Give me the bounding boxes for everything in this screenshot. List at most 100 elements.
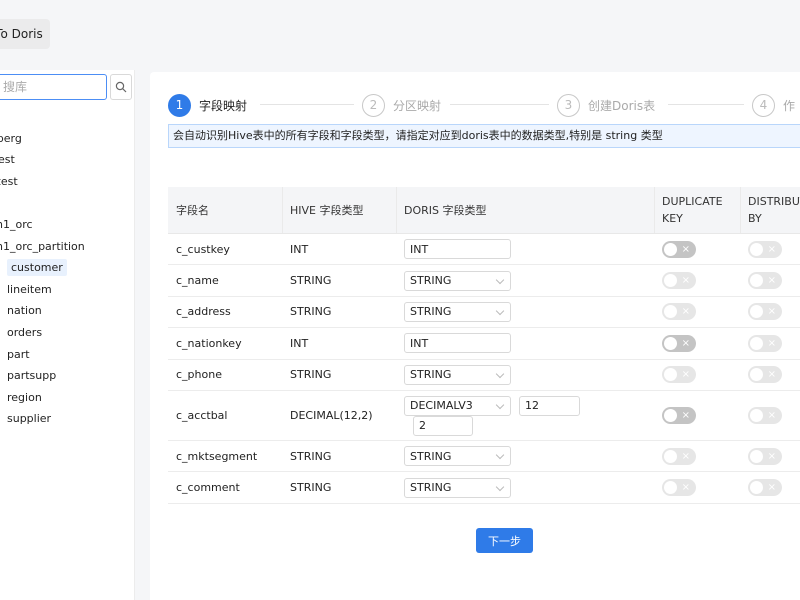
duplicate-key-toggle: × [662,479,696,497]
hive-type-cell: INT [290,336,309,350]
select-value: STRING [410,449,452,463]
tree-item[interactable]: supplier [0,408,135,430]
duplicate-key-toggle[interactable]: × [662,240,696,258]
step-1[interactable]: 1 字段映射 [168,92,247,118]
duplicate-key-toggle[interactable]: × [662,406,696,424]
toggle-off-icon: × [681,369,690,381]
tree-item[interactable]: lineitem [0,279,135,301]
hive-type-cell: DECIMAL(12,2) [290,408,373,422]
step-number: 3 [557,93,580,117]
tree-item[interactable]: nation [0,300,135,322]
toggle-off-icon: × [767,450,776,462]
select-value: STRING [410,274,452,288]
tree-item[interactable]: st [0,192,135,214]
step-3[interactable]: 3 创建Doris表 [557,92,655,118]
step-label: 分区映射 [393,98,442,113]
tree-item[interactable]: partsupp [0,365,135,387]
toggle-knob [664,481,677,495]
tree-item-label: customer [7,259,67,277]
step-connector [668,104,744,105]
header-doris-type: DORIS 字段类型 [404,204,487,217]
distributed-by-cell: × [748,391,782,440]
page: To Doris di eberg ftest ytest st ch1_orc ch1_o… [0,0,800,600]
duplicate-key-toggle: × [662,447,696,465]
doris-type-cell: INT [404,234,511,264]
tree-item[interactable]: di [0,106,135,128]
tree-item[interactable]: ytest [0,171,135,193]
toggle-off-icon: × [681,306,690,318]
table-row: c_phone STRING STRING × × [168,360,800,391]
table-row: c_comment STRING STRING × × [168,472,800,504]
db-search-input[interactable] [0,74,107,100]
doris-type-select[interactable]: STRING [404,364,511,385]
search-button[interactable] [110,74,132,100]
duplicate-key-cell: × [662,391,696,440]
tree-item[interactable]: ftest [0,149,135,171]
chevron-down-icon [495,482,505,491]
toggle-off-icon: × [681,243,690,255]
hive-type-cell: STRING [290,368,332,382]
step-number: 2 [362,93,385,117]
tree-item[interactable]: part [0,344,135,366]
tree-item-label: ch1_orc [0,217,33,231]
field-mapping-table: 字段名 HIVE 字段类型 DORIS 字段类型 DUPLICATE KEY D… [168,187,800,504]
doris-type-select[interactable]: STRING [404,477,511,498]
field-name-cell: c_phone [176,368,222,382]
tree-item[interactable]: ch1_orc [0,214,135,236]
tree-item[interactable]: eberg [0,128,135,150]
select-value: STRING [410,481,452,495]
distributed-by-cell: × [748,360,782,390]
header-hive-type: HIVE 字段类型 [290,204,364,217]
distributed-by-toggle: × [748,366,782,384]
tree-item-label: ftest [0,153,15,167]
duplicate-key-toggle[interactable]: × [662,334,696,352]
tree-item[interactable]: orders [0,322,135,344]
chevron-down-icon [495,400,505,410]
toggle-knob [664,274,677,288]
doris-type-input[interactable]: INT [404,333,511,354]
doris-type-select[interactable]: DECIMALV3 [404,395,511,416]
table-row: c_mktsegment STRING STRING × × [168,441,800,473]
distributed-by-cell: × [748,234,782,264]
chevron-down-icon [495,306,505,316]
step-connector [450,104,549,105]
hive-type-cell: STRING [290,481,332,495]
toggle-off-icon: × [767,482,776,494]
precision-input[interactable]: 12 [519,395,580,416]
header-distributed-by: DISTRIBUT BY [748,195,800,225]
chevron-down-icon [495,369,505,378]
doris-type-input[interactable]: INT [404,239,511,260]
next-step-button[interactable]: 下一步 [476,528,533,553]
to-doris-button[interactable]: To Doris [0,19,50,49]
doris-type-cell: STRING [404,441,511,471]
step-4[interactable]: 4作 [752,92,795,118]
distributed-by-cell: × [748,297,782,327]
doris-type-select[interactable]: STRING [404,270,511,291]
toggle-off-icon: × [681,337,690,349]
step-number: 1 [168,93,191,117]
step-2[interactable]: 2 分区映射 [362,92,441,118]
doris-type-select[interactable]: STRING [404,446,511,467]
scale-input[interactable]: 2 [413,415,473,436]
table-header: 字段名 HIVE 字段类型 DORIS 字段类型 DUPLICATE KEY D… [168,187,800,234]
doris-type-cell: INT [404,328,511,358]
tree-item-label: partsupp [7,369,57,383]
toggle-off-icon: × [767,243,776,255]
toggle-off-icon: × [767,409,776,421]
toggle-knob [664,449,677,463]
tree-item[interactable]: ch1_orc_partition [0,236,135,258]
hive-type-cell: STRING [290,449,332,463]
toggle-knob [750,274,763,288]
step-label: 创建Doris表 [588,98,656,113]
doris-type-select[interactable]: STRING [404,301,511,322]
step-label: 字段映射 [199,98,248,113]
tree-item[interactable]: region [0,387,135,409]
tree-item-label: region [7,390,42,404]
tree-item-label: orders [7,325,43,339]
chevron-down-icon [495,450,505,460]
tree-item-label: nation [7,304,42,318]
toggle-knob [664,242,677,256]
toggle-knob [750,481,763,495]
tree-item[interactable]: customer [0,257,135,279]
select-value: DECIMALV3 [410,399,473,413]
